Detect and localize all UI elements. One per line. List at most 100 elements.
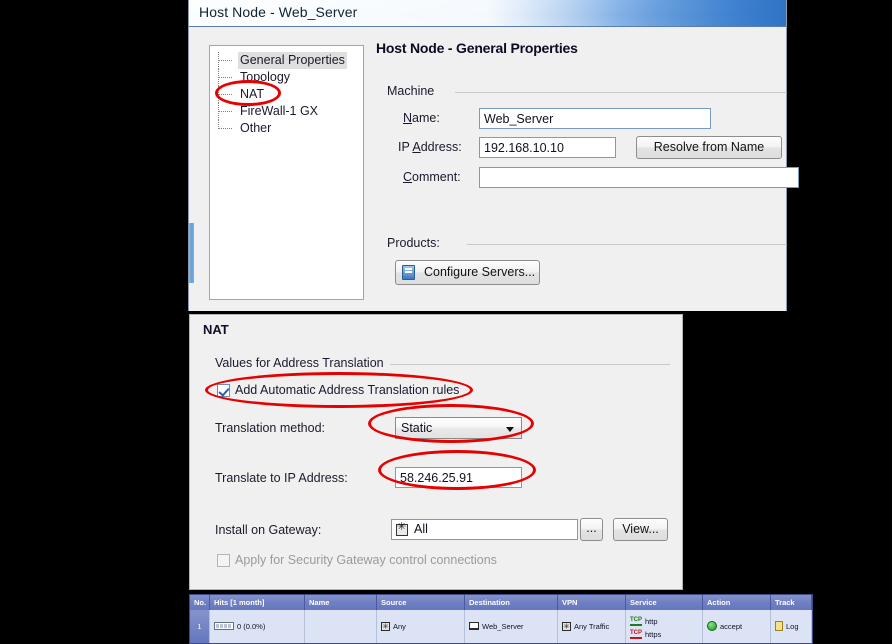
cell-service[interactable]: TCP http TCP https (626, 610, 703, 643)
resolve-from-name-label: Resolve from Name (653, 140, 765, 154)
install-on-gateway-field[interactable]: All (391, 519, 578, 540)
cell-action-value: accept (720, 622, 743, 631)
sidebar-item-label: General Properties (238, 52, 347, 69)
nat-panel-title: NAT (203, 322, 229, 337)
table-row[interactable]: 1 0 (0.0%) ✳ Any Web_Server ✳ Any Traffic … (190, 610, 812, 643)
translate-to-ip-label: Translate to IP Address: (215, 471, 348, 485)
properties-tree-panel: General Properties Topology NAT FireWall… (209, 45, 364, 300)
name-field[interactable]: Web_Server (479, 108, 711, 129)
sidebar-item-general-properties[interactable]: General Properties (216, 52, 347, 69)
address-translation-group: Values for Address Translation (215, 356, 670, 370)
tree-connector (218, 94, 232, 95)
table-header-row: No. Hits [1 month] Name Source Destinati… (190, 595, 812, 610)
tree-connector (218, 111, 232, 112)
configure-servers-button[interactable]: Configure Servers... (395, 260, 540, 285)
column-header-no[interactable]: No. (190, 595, 210, 610)
tree-connector (218, 77, 232, 78)
sidebar-item-nat[interactable]: NAT (216, 86, 347, 103)
cell-track[interactable]: Log (771, 610, 812, 643)
column-header-source[interactable]: Source (377, 595, 465, 610)
column-header-hits[interactable]: Hits [1 month] (210, 595, 305, 610)
install-on-gateway-value: All (414, 522, 428, 536)
left-scrollbar[interactable] (189, 223, 194, 283)
configure-servers-label: Configure Servers... (424, 265, 536, 279)
server-icon (402, 265, 415, 280)
group-icon: ✳ (562, 621, 571, 631)
cell-hits-value: 0 (0.0%) (237, 622, 266, 631)
group-divider (455, 92, 787, 93)
add-automatic-nat-rules-checkbox[interactable] (217, 384, 230, 397)
sidebar-item-topology[interactable]: Topology (216, 69, 347, 86)
page-title: Host Node - General Properties (376, 40, 578, 56)
group-divider (467, 244, 787, 245)
cell-rule-number: 1 (190, 610, 210, 643)
dialog-title: Host Node - Web_Server (199, 4, 358, 20)
comment-field[interactable] (479, 167, 799, 188)
machine-group-label: Machine (387, 84, 441, 98)
column-header-action[interactable]: Action (703, 595, 771, 610)
products-group-label: Products: (387, 236, 446, 250)
translation-method-label: Translation method: (215, 421, 326, 435)
sidebar-item-other[interactable]: Other (216, 120, 347, 137)
resolve-from-name-button[interactable]: Resolve from Name (636, 136, 782, 159)
screenshot-root: Host Node - Web_Server General Propertie… (0, 0, 892, 644)
column-header-track[interactable]: Track (771, 595, 812, 610)
cell-name[interactable] (305, 610, 377, 643)
group-icon: ✳ (381, 621, 390, 631)
sidebar-item-label: FireWall-1 GX (240, 104, 319, 118)
sidebar-item-label: Topology (240, 70, 291, 84)
column-header-name[interactable]: Name (305, 595, 377, 610)
tree-connector (218, 60, 232, 61)
sidebar-item-label: NAT (240, 87, 265, 101)
tree-connector (218, 128, 232, 129)
ip-address-label: IP Address: (398, 140, 462, 154)
nat-panel: NAT Values for Address Translation Add A… (189, 314, 683, 590)
cell-source-value: Any (393, 622, 406, 631)
accept-icon (707, 621, 717, 632)
cell-track-value: Log (786, 622, 799, 631)
cell-vpn-value: Any Traffic (574, 622, 610, 631)
tcp-icon: TCP (630, 617, 642, 626)
view-label: View... (622, 522, 659, 536)
sidebar-item-firewall-1-gx[interactable]: FireWall-1 GX (216, 103, 347, 120)
translation-method-dropdown[interactable]: Static (395, 417, 522, 439)
properties-tree: General Properties Topology NAT FireWall… (216, 52, 347, 137)
cell-destination[interactable]: Web_Server (465, 610, 558, 643)
cell-source[interactable]: ✳ Any (377, 610, 465, 643)
service-entry-https: TCP https (630, 628, 702, 641)
group-icon (396, 521, 408, 536)
translate-to-ip-field[interactable]: 58.246.25.91 (395, 467, 522, 488)
address-translation-group-label: Values for Address Translation (215, 356, 390, 370)
name-label: Name: (403, 111, 440, 125)
ip-address-field[interactable]: 192.168.10.10 (479, 137, 616, 158)
column-header-destination[interactable]: Destination (465, 595, 558, 610)
view-button[interactable]: View... (613, 518, 668, 541)
cell-action[interactable]: accept (703, 610, 771, 643)
tcp-icon: TCP (630, 630, 642, 639)
translation-method-value: Static (401, 421, 433, 435)
comment-label: Comment: (403, 170, 461, 184)
log-icon (775, 621, 783, 632)
cell-vpn[interactable]: ✳ Any Traffic (558, 610, 626, 643)
cell-service-value-0: http (645, 617, 658, 626)
group-divider (390, 364, 670, 365)
hits-gauge-icon (214, 622, 234, 631)
column-header-vpn[interactable]: VPN (558, 595, 626, 610)
install-on-gateway-label: Install on Gateway: (215, 523, 322, 537)
products-group: Products: (387, 236, 787, 250)
cell-service-value-1: https (645, 630, 662, 639)
dialog-body: General Properties Topology NAT FireWall… (189, 28, 799, 311)
dialog-titlebar[interactable]: Host Node - Web_Server (189, 0, 786, 27)
service-entry-http: TCP http (630, 615, 702, 628)
add-automatic-nat-rules-label: Add Automatic Address Translation rules (235, 383, 460, 397)
column-header-service[interactable]: Service (626, 595, 703, 610)
cell-hits[interactable]: 0 (0.0%) (210, 610, 305, 643)
sidebar-item-label: Other (240, 121, 272, 135)
apply-security-gateway-control-checkbox (217, 554, 230, 567)
apply-security-gateway-control-label: Apply for Security Gateway control conne… (235, 553, 497, 567)
host-node-dialog: Host Node - Web_Server General Propertie… (188, 0, 799, 311)
machine-group: Machine (387, 84, 787, 98)
cell-destination-value: Web_Server (482, 622, 524, 631)
install-on-gateway-browse-button[interactable]: ... (580, 518, 603, 541)
security-rule-table: No. Hits [1 month] Name Source Destinati… (189, 594, 813, 644)
